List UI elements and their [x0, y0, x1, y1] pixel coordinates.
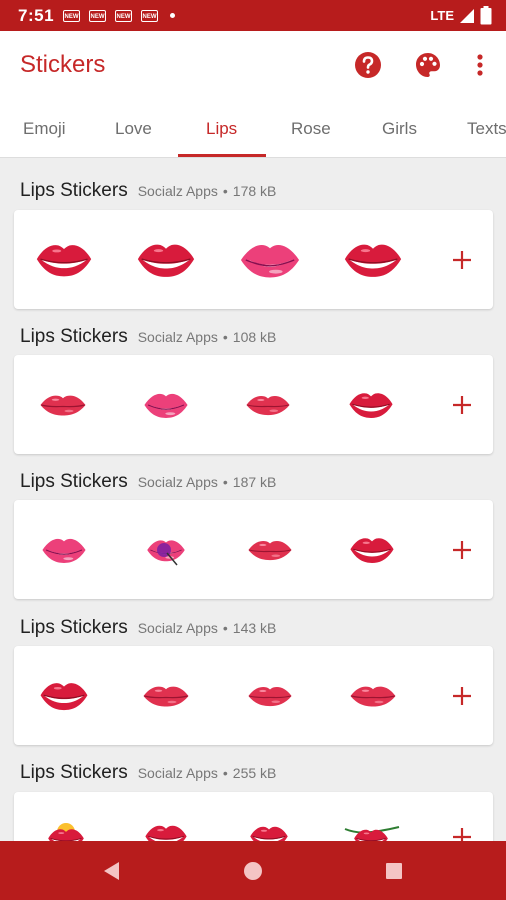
pack-size: 255 kB	[232, 765, 277, 781]
tab-texts[interactable]: Texts	[467, 119, 506, 139]
add-to-whatsapp-button[interactable]	[447, 390, 477, 420]
add-icon	[453, 686, 471, 705]
pack-title: Lips Stickers	[20, 471, 128, 492]
pack-header: Lips Stickers Socialz Apps • 187 kB	[20, 471, 276, 495]
sticker-pack-card[interactable]	[14, 500, 493, 599]
home-icon[interactable]	[239, 857, 267, 885]
lips-sticker	[349, 535, 395, 565]
palette-icon[interactable]	[414, 51, 442, 79]
lips-sticker	[143, 390, 189, 420]
add-icon	[453, 395, 471, 414]
lips-sticker	[41, 533, 87, 567]
pack-header: Lips Stickers Socialz Apps • 178 kB	[20, 180, 276, 204]
status-bar: 7:51 NEW NEW NEW NEW LTE	[0, 0, 506, 31]
pack-author: Socialz Apps	[137, 183, 218, 199]
pack-size: 143 kB	[232, 620, 277, 636]
notification-icon: NEW	[89, 9, 107, 22]
tab-girls[interactable]: Girls	[382, 119, 417, 139]
add-to-whatsapp-button[interactable]	[447, 681, 477, 711]
pack-size: 178 kB	[232, 183, 277, 199]
lips-sticker	[245, 391, 291, 419]
pack-author: Socialz Apps	[137, 620, 218, 636]
lips-sticker	[239, 241, 301, 279]
meta-separator: •	[222, 329, 228, 345]
lips-sticker	[343, 242, 403, 278]
pack-title: Lips Stickers	[20, 326, 128, 347]
sticker-pack-card[interactable]	[14, 646, 493, 745]
system-navigation-bar	[0, 841, 506, 900]
lips-sticker	[35, 241, 93, 279]
tab-emoji[interactable]: Emoji	[23, 119, 66, 139]
back-icon[interactable]	[98, 857, 126, 885]
lips-sticker	[146, 530, 186, 565]
category-tabs: Emoji Love Lips Rose Girls Texts	[0, 99, 506, 158]
pack-title: Lips Stickers	[20, 180, 128, 201]
add-icon	[453, 250, 471, 269]
lips-sticker	[142, 682, 190, 710]
meta-separator: •	[222, 620, 228, 636]
add-icon	[453, 540, 471, 559]
status-time: 7:51	[18, 5, 55, 25]
meta-separator: •	[222, 765, 228, 781]
tab-love[interactable]: Love	[115, 119, 152, 139]
notification-icon: NEW	[63, 9, 81, 22]
meta-separator: •	[222, 183, 228, 199]
sticker-pack-card[interactable]	[14, 210, 493, 309]
lips-sticker	[247, 536, 293, 564]
pack-title: Lips Stickers	[20, 762, 128, 783]
add-to-whatsapp-button[interactable]	[447, 245, 477, 275]
network-type: LTE	[430, 8, 454, 23]
pack-author: Socialz Apps	[137, 765, 218, 781]
more-vert-icon[interactable]	[466, 51, 494, 79]
add-to-whatsapp-button[interactable]	[447, 535, 477, 565]
pack-title: Lips Stickers	[20, 617, 128, 638]
lips-sticker	[349, 682, 397, 710]
pack-size: 108 kB	[232, 329, 277, 345]
pack-header: Lips Stickers Socialz Apps • 108 kB	[20, 326, 276, 350]
battery-icon	[480, 6, 492, 25]
lips-sticker	[39, 678, 89, 714]
meta-separator: •	[222, 474, 228, 490]
notification-icon: NEW	[115, 9, 133, 22]
signal-icon	[460, 8, 474, 23]
lips-sticker	[247, 682, 293, 710]
more-notifications-icon	[170, 13, 176, 18]
notification-icon: NEW	[141, 9, 159, 22]
tab-indicator	[178, 154, 266, 157]
pack-header: Lips Stickers Socialz Apps • 255 kB	[20, 762, 276, 786]
tab-lips[interactable]: Lips	[206, 119, 237, 139]
lips-sticker	[348, 391, 394, 419]
pack-header: Lips Stickers Socialz Apps • 143 kB	[20, 617, 276, 641]
lips-sticker	[39, 393, 87, 417]
tab-rose[interactable]: Rose	[291, 119, 331, 139]
help-icon[interactable]	[354, 51, 382, 79]
pack-author: Socialz Apps	[137, 474, 218, 490]
lips-sticker	[136, 241, 196, 279]
pack-author: Socialz Apps	[137, 329, 218, 345]
app-bar: Stickers	[0, 31, 506, 99]
pack-size: 187 kB	[232, 474, 277, 490]
app-title: Stickers	[20, 51, 106, 78]
recents-icon[interactable]	[380, 857, 408, 885]
sticker-pack-card[interactable]	[14, 355, 493, 454]
